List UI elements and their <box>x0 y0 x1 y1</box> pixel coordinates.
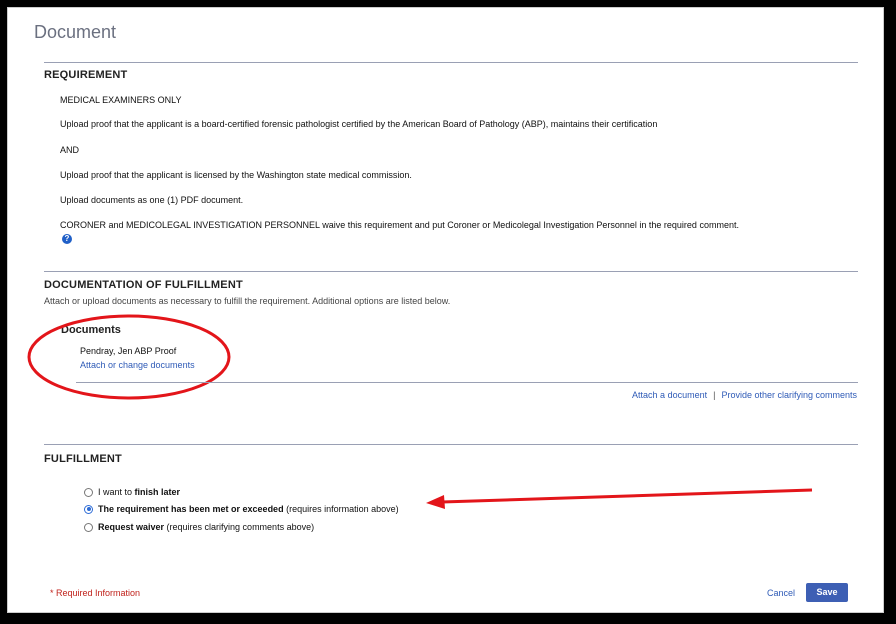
documentation-heading: DOCUMENTATION OF FULFILLMENT <box>44 279 243 291</box>
clarifying-comments-link[interactable]: Provide other clarifying comments <box>721 390 857 400</box>
radio-button-selected[interactable] <box>84 504 93 514</box>
attach-document-link[interactable]: Attach a document <box>632 390 707 400</box>
requirement-line: CORONER and MEDICOLEGAL INVESTIGATION PE… <box>60 220 739 230</box>
document-panel: Document REQUIREMENT MEDICAL EXAMINERS O… <box>7 7 884 613</box>
link-separator: | <box>713 390 716 400</box>
requirement-line: Upload proof that the applicant is a boa… <box>60 119 658 129</box>
save-button[interactable]: Save <box>806 583 848 602</box>
divider <box>44 444 858 445</box>
required-information-note: * Required Information <box>50 588 141 598</box>
option-finish-later[interactable]: I want to finish later <box>84 487 180 497</box>
divider <box>76 382 858 383</box>
documentation-subtext: Attach or upload documents as necessary … <box>44 296 451 306</box>
option-label: Request waiver (requires clarifying comm… <box>98 522 315 532</box>
requirement-line: Upload documents as one (1) PDF document… <box>60 195 244 205</box>
requirement-line: AND <box>60 145 80 155</box>
option-requirement-met[interactable]: The requirement has been met or exceeded… <box>84 504 399 514</box>
fulfillment-heading: FULFILLMENT <box>44 453 122 465</box>
page-title: Document <box>34 22 117 42</box>
cancel-button[interactable]: Cancel <box>767 588 795 598</box>
option-label: I want to finish later <box>98 487 181 497</box>
annotation-circle <box>27 314 231 400</box>
divider <box>44 62 858 63</box>
divider <box>44 271 858 272</box>
option-request-waiver[interactable]: Request waiver (requires clarifying comm… <box>84 522 314 532</box>
requirement-line: Upload proof that the applicant is licen… <box>60 170 412 180</box>
option-label: The requirement has been met or exceeded… <box>98 504 399 514</box>
document-actions: Attach a document | Provide other clarif… <box>632 390 857 400</box>
radio-button[interactable] <box>84 487 93 497</box>
requirement-line: MEDICAL EXAMINERS ONLY <box>60 95 182 105</box>
help-icon[interactable]: ? <box>62 234 72 244</box>
radio-button[interactable] <box>84 522 93 532</box>
requirement-heading: REQUIREMENT <box>44 69 128 81</box>
annotation-arrow <box>426 488 813 509</box>
